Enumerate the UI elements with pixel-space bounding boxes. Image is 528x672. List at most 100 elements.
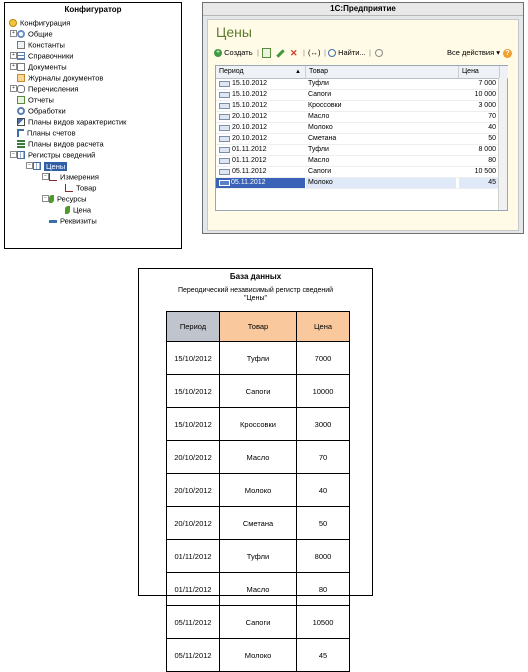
tree-item-chart-of-accounts[interactable]: Планы счетов	[17, 127, 76, 138]
cell-product: Масло	[308, 157, 330, 164]
tree-item-dimensions[interactable]: − Измерения	[42, 171, 99, 182]
table-row[interactable]: 05.11.2012 Сапоги 10 500	[216, 167, 499, 178]
all-actions-button[interactable]: Все действия ▾	[447, 46, 500, 60]
expand-icon[interactable]: +	[10, 63, 17, 70]
table-row: 20/10/2012 Молоко 40	[166, 473, 350, 507]
find-button[interactable]: Найти...	[328, 46, 366, 60]
prices-table[interactable]: Период ▲ Товар Цена 15.10.2012 Туфли 7 0…	[215, 65, 508, 211]
toolbar: + Создать | ✕ | (↔) | Найти... | Все дей…	[212, 46, 514, 60]
column-header-product[interactable]: Товар	[306, 66, 459, 78]
tree-item-label: Планы счетов	[27, 128, 76, 138]
column-header-price[interactable]: Цена	[459, 66, 500, 78]
tree-item-label: Регистры сведений	[28, 150, 96, 160]
table-row[interactable]: 20.10.2012 Сметана 50	[216, 134, 499, 145]
cell-period: 20.10.2012	[232, 135, 268, 142]
cell-product: Сапоги	[219, 605, 297, 639]
record-icon	[219, 147, 230, 153]
tree-item-reports[interactable]: Отчеты	[17, 94, 54, 105]
database-title: База данных	[229, 272, 282, 281]
copy-icon	[262, 48, 271, 59]
chevron-down-icon: ▾	[496, 48, 501, 57]
table-row[interactable]: 01.11.2012 Туфли 8 000	[216, 145, 499, 156]
tree-item-label: Перечисления	[28, 84, 79, 94]
vertical-scrollbar[interactable]	[498, 78, 507, 210]
create-button[interactable]: + Создать	[214, 46, 253, 60]
cell-product: Сапоги	[308, 168, 332, 175]
cell-price: 7 000	[478, 80, 496, 87]
tree-item-info-registers[interactable]: − Регистры сведений	[10, 149, 96, 160]
cell-period: 20/10/2012	[166, 473, 220, 507]
tree-item-documents[interactable]: + Документы	[10, 61, 67, 72]
cell-price: 8000	[296, 539, 350, 573]
cell-period: 15.10.2012	[232, 80, 268, 87]
collapse-icon[interactable]: −	[26, 162, 33, 169]
separator: |	[303, 48, 305, 57]
cell-price: 50	[296, 506, 350, 540]
tree-item-processing[interactable]: Обработки	[17, 105, 66, 116]
table-row[interactable]: 01.11.2012 Масло 80	[216, 156, 499, 167]
tree-item-enums[interactable]: + Перечисления	[10, 83, 79, 94]
create-label: Создать	[224, 48, 253, 57]
table-row: 01/11/2012 Туфли 8000	[166, 539, 350, 573]
copy-button[interactable]	[262, 46, 271, 60]
tree-item-label: Цены	[44, 161, 68, 171]
cell-product: Туфли	[308, 146, 329, 153]
record-icon	[219, 114, 230, 120]
tree-item-product-dimension[interactable]: Товар	[65, 182, 96, 193]
tree-item-configuration[interactable]: Конфигурация	[9, 17, 70, 28]
tree-item-catalogs[interactable]: + Справочники	[10, 50, 73, 61]
collapse-icon[interactable]: −	[42, 173, 49, 180]
collapse-icon[interactable]: −	[10, 151, 17, 158]
table-row-selected[interactable]: 05.11.2012 Молоко 45	[216, 178, 499, 189]
cell-period: 05.11.2012	[232, 168, 267, 175]
cell-product: Туфли	[219, 341, 297, 375]
help-button[interactable]: ?	[503, 46, 512, 60]
table-row[interactable]: 20.10.2012 Масло 70	[216, 112, 499, 123]
delete-icon: ✕	[290, 48, 298, 58]
cell-price: 40	[296, 473, 350, 507]
cell-product: Кроссовки	[219, 407, 297, 441]
tree-item-resources[interactable]: − Ресурсы	[42, 193, 87, 204]
catalogs-icon	[17, 52, 25, 61]
tree-item-prices[interactable]: − Цены	[26, 160, 68, 171]
processing-icon	[17, 107, 25, 116]
expand-icon[interactable]: +	[10, 85, 17, 92]
expand-icon[interactable]: +	[10, 30, 17, 37]
tree-item-label: Измерения	[60, 172, 99, 182]
tree-item-attributes[interactable]: Реквизиты	[49, 215, 97, 226]
enums-icon	[17, 85, 25, 94]
reports-icon	[17, 96, 25, 105]
tree-item-label: Константы	[28, 40, 65, 50]
table-row[interactable]: 15.10.2012 Сапоги 10 000	[216, 90, 499, 101]
cell-product: Сметана	[308, 135, 337, 142]
cell-price: 3 000	[478, 102, 496, 109]
expand-icon[interactable]: +	[10, 52, 17, 59]
cell-period: 15/10/2012	[166, 407, 220, 441]
tree-item-label: Ресурсы	[57, 194, 87, 204]
tree-item-general[interactable]: + Общие	[10, 28, 53, 39]
table-row[interactable]: 15.10.2012 Кроссовки 3 000	[216, 101, 499, 112]
tree-item-constants[interactable]: Константы	[17, 39, 65, 50]
general-icon	[17, 30, 25, 39]
document-journals-icon	[17, 74, 25, 83]
table-row[interactable]: 20.10.2012 Молоко 40	[216, 123, 499, 134]
refresh-button[interactable]: (↔)	[308, 46, 321, 60]
tree-item-calculation-types[interactable]: Планы видов расчета	[17, 138, 104, 149]
column-header-period[interactable]: Период ▲	[216, 66, 306, 78]
table-row[interactable]: 15.10.2012 Туфли 7 000	[216, 79, 499, 90]
tree-item-characteristic-types[interactable]: Планы видов характеристик	[17, 116, 126, 127]
separator: |	[257, 48, 259, 57]
table-row: 01/11/2012 Масло 80	[166, 572, 350, 606]
cell-price: 80	[488, 157, 496, 164]
cell-price: 10500	[296, 605, 350, 639]
cancel-search-button[interactable]	[375, 46, 383, 60]
collapse-icon[interactable]: −	[42, 195, 49, 202]
edit-button[interactable]	[276, 46, 285, 60]
cell-price: 10 500	[474, 168, 496, 175]
cell-price: 10000	[296, 374, 350, 408]
tree-item-document-journals[interactable]: Журналы документов	[17, 72, 103, 83]
tree-item-price-resource[interactable]: Цена	[65, 204, 91, 215]
delete-button[interactable]: ✕	[290, 46, 298, 60]
column-header-product: Товар	[219, 311, 297, 342]
characteristic-types-icon	[17, 118, 25, 127]
